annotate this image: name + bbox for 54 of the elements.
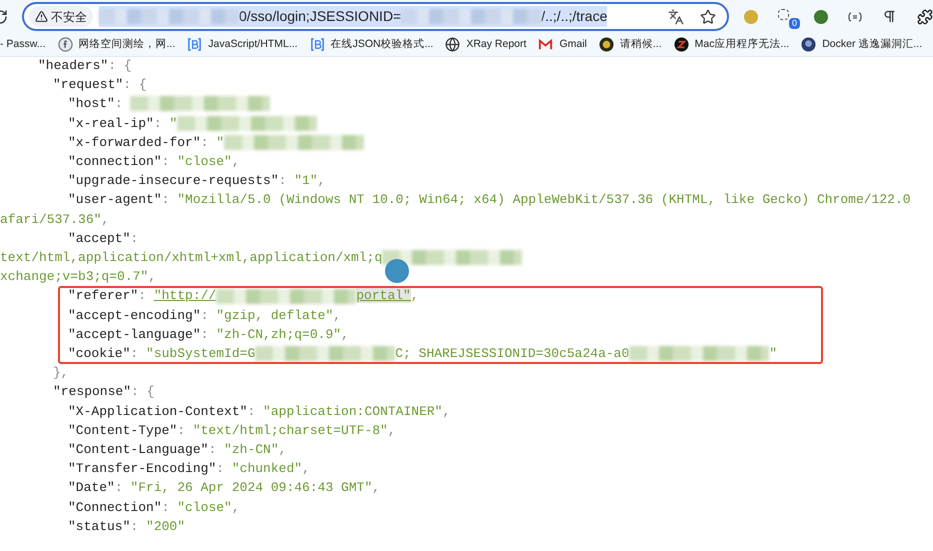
code-line: "upgrade-insecure-requests": "1",	[67, 172, 326, 190]
code-line: "Transfer-Encoding": "chunked",	[67, 460, 310, 478]
badge: 0	[789, 18, 800, 28]
bookmark[interactable]: Docker 逃逸漏洞汇...	[801, 36, 922, 52]
code-line: "accept":	[67, 230, 138, 248]
code-line: "Date": "Fri, 26 Apr 2024 09:46:43 GMT",	[67, 479, 380, 498]
braces-icon[interactable]	[848, 12, 862, 22]
code-line: "user-agent": "Mozilla/5.0 (Windows NT 10.0; Win64; x64) AppleWebKit/537.36 (KHTML, like Gecko) Chrome/122.0	[67, 191, 911, 210]
bookmark[interactable]: 请稍候...	[598, 36, 662, 52]
circle-icon	[674, 37, 689, 52]
code-line: xchange;v=b3;q=0.7",	[0, 268, 156, 286]
bracket-icon	[310, 37, 325, 52]
code-line: afari/537.36",	[0, 210, 110, 229]
bookmark[interactable]: - Passw...	[0, 36, 46, 52]
bookmark[interactable]: 网络空间测绘，网...	[58, 36, 176, 52]
url-text[interactable]: 0/sso/login;JSESSIONID= /..;/..;/trace	[99, 6, 608, 27]
pilcrow-icon[interactable]	[882, 9, 897, 24]
mail-icon	[538, 37, 554, 52]
code-line: "Connection": "close",	[67, 498, 240, 517]
warning-icon	[35, 10, 48, 23]
code-line: "X-Application-Context": "application:CONTAINER",	[67, 402, 450, 421]
code-line: "accept-language": "zh-CN,zh;q=0.9",	[67, 326, 349, 344]
bookmark[interactable]: XRay Report	[445, 36, 526, 52]
code-line: "connection": "close",	[67, 153, 240, 172]
bookmark-star-icon[interactable]	[700, 8, 716, 24]
code-line: "response": {	[52, 383, 154, 402]
code-line: "headers": {	[37, 57, 132, 75]
code-line: "Content-Language": "zh-CN",	[67, 441, 286, 460]
circle-icon	[598, 37, 614, 52]
bookmark[interactable]: JavaScript/HTML...	[187, 36, 298, 52]
bracket-icon	[187, 37, 202, 52]
code-line: "x-real-ip": "	[0, 114, 318, 133]
extension-icon[interactable]	[778, 8, 789, 20]
security-chip[interactable]: 不安全	[29, 6, 93, 27]
code-line: "accept-encoding": "gzip, deflate",	[67, 306, 342, 325]
code-line: },	[52, 364, 69, 382]
address-bar[interactable]: 不安全 0/sso/login;JSESSIONID= /..;/..;/trace	[22, 2, 729, 31]
code-line: "status": "200"	[67, 518, 186, 536]
circle-icon[interactable]	[814, 10, 828, 24]
circle-icon	[801, 37, 816, 52]
circle-icon	[58, 37, 73, 52]
code-line: "host":	[0, 94, 270, 114]
bookmark[interactable]: Gmail	[538, 36, 587, 52]
code-line: "Content-Type": "text/html;charset=UTF-8",	[67, 422, 396, 440]
bookmark[interactable]: 在线JSON校验格式...	[310, 36, 434, 52]
extensions-icon[interactable]	[917, 8, 933, 24]
code-line: text/html,application/xhtml+xml,application/xml;q	[0, 248, 522, 268]
circle-icon	[385, 259, 409, 283]
translate-icon[interactable]	[668, 8, 684, 24]
code-line: "x-forwarded-for": "	[0, 132, 364, 152]
globe-icon	[445, 37, 460, 52]
code-line: "request": {	[52, 76, 147, 94]
code-line: "cookie": "subSystemId=G C; SHAREJSESSIONID=30c5a24a-a0 "	[67, 345, 778, 364]
bookmark[interactable]: Mac应用程序无法...	[674, 36, 790, 52]
